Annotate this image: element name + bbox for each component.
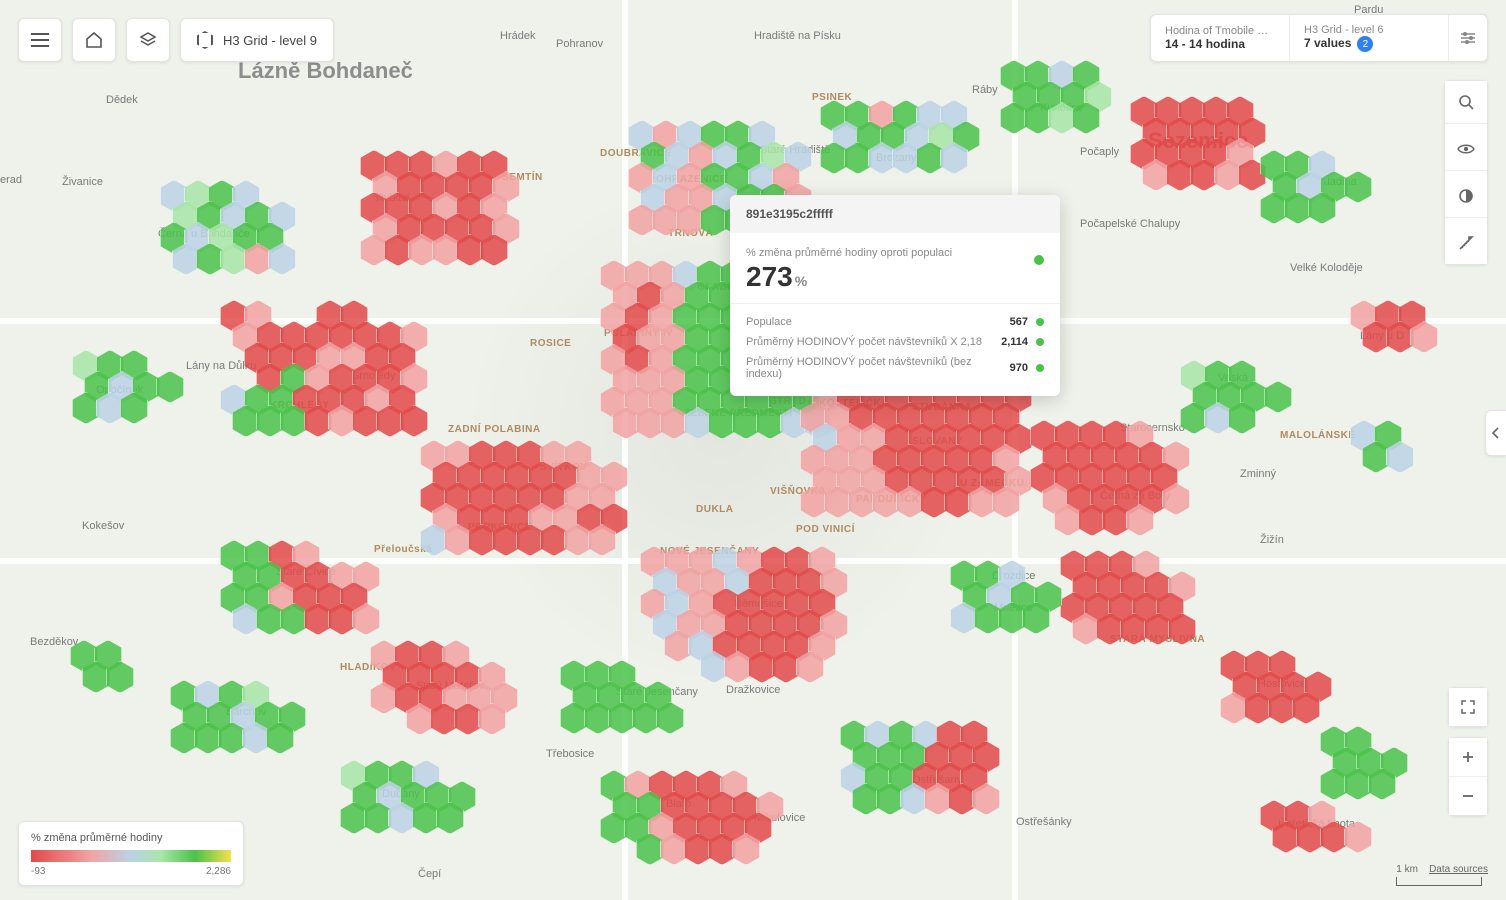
tooltip-metric-value: 273	[746, 261, 793, 292]
hex-tooltip: 891e3195c2fffff % změna průměrné hodiny …	[730, 195, 1060, 396]
filter-summary: Hodina of Tmobile … 14 - 14 hodina H3 Gr…	[1150, 14, 1488, 62]
menu-button[interactable]	[18, 18, 62, 62]
tooltip-row: Průměrný HODINOVÝ počet návštevníků X 2,…	[746, 332, 1044, 352]
hex-cell[interactable]	[1344, 171, 1372, 203]
search-button[interactable]	[1445, 81, 1487, 124]
zoom-in-button[interactable]	[1449, 738, 1487, 777]
filter-grid[interactable]: H3 Grid - level 6 7 values2	[1290, 15, 1449, 61]
expand-sidepanel-button[interactable]	[1485, 410, 1506, 456]
hexagon-icon	[197, 31, 213, 49]
status-dot	[1034, 255, 1044, 265]
home-button[interactable]	[72, 18, 116, 62]
legend-ramp	[31, 850, 231, 862]
measure-button[interactable]	[1445, 222, 1487, 264]
visibility-button[interactable]	[1445, 128, 1487, 171]
tooltip-row: Průměrný HODINOVÝ počet návštevníků (bez…	[746, 352, 1044, 384]
filter-settings-button[interactable]	[1449, 15, 1487, 61]
scale-bar: 1 km Data sources	[1396, 864, 1488, 886]
contrast-button[interactable]	[1445, 175, 1487, 218]
fullscreen-button[interactable]	[1449, 688, 1487, 726]
tooltip-metric-unit: %	[795, 273, 807, 289]
tooltip-metric-label: % změna průměrné hodiny oproti populaci	[746, 247, 1044, 259]
hex-cell[interactable]	[1264, 381, 1292, 413]
data-sources-link[interactable]: Data sources	[1429, 864, 1488, 875]
hex-cell[interactable]	[1344, 821, 1372, 853]
grid-level-chip[interactable]: H3 Grid - level 9	[180, 18, 334, 62]
grid-level-label: H3 Grid - level 9	[223, 33, 317, 48]
zoom-out-button[interactable]	[1449, 777, 1487, 815]
filter-badge: 2	[1357, 36, 1373, 52]
legend-title: % změna průměrné hodiny	[31, 832, 231, 844]
tooltip-id: 891e3195c2fffff	[730, 195, 1060, 233]
tooltip-row: Populace567	[746, 312, 1044, 332]
right-tool-rail	[1444, 80, 1488, 265]
filter-hour[interactable]: Hodina of Tmobile … 14 - 14 hodina	[1151, 15, 1290, 61]
hex-cell[interactable]	[156, 371, 184, 403]
layers-button[interactable]	[126, 18, 170, 62]
legend: % změna průměrné hodiny -932,286	[18, 821, 244, 886]
